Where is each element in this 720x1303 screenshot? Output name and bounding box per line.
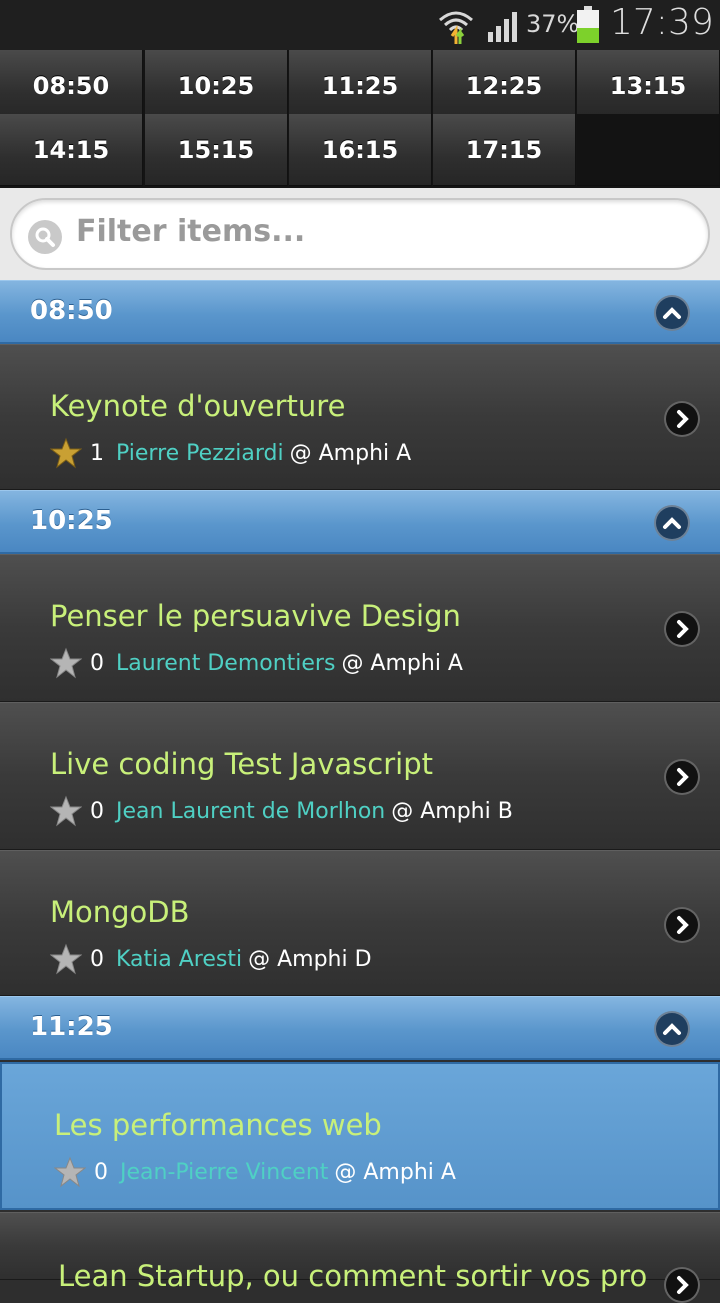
time-group-divider: 08:50 [0,280,720,344]
chevron-right-icon [677,410,689,428]
session-title: Les performances web [54,1108,382,1142]
group-time-label: 10:25 [30,506,113,536]
session-title: Penser le persuavive Design [50,599,461,633]
session-item[interactable]: MongoDB 0 Katia Aresti @ Amphi D [0,850,720,996]
time-grid-filler [577,114,720,186]
open-session-button[interactable] [664,759,700,795]
chevron-right-icon [677,768,689,786]
time-slot-button[interactable]: 08:50 [0,50,143,122]
status-bar: 37% 17:39 [0,0,720,50]
filter-bar: Filter items... [0,188,720,281]
time-slot-button[interactable]: 17:15 [433,114,576,186]
open-session-button[interactable] [664,401,700,437]
room-label: @ Amphi A [334,1159,456,1185]
session-title: MongoDB [50,895,190,929]
star-icon [50,795,82,827]
star-count: 0 [90,946,104,972]
session-item[interactable]: Keynote d'ouverture 1 Pierre Pezziardi @… [0,344,720,490]
speaker-link[interactable]: Jean Laurent de Morlhon [116,799,385,824]
collapse-button[interactable] [654,295,690,331]
speaker-link[interactable]: Pierre Pezziardi [116,441,284,466]
time-slot-button[interactable]: 10:25 [145,50,288,122]
session-meta: 0 Katia Aresti @ Amphi D [50,943,372,975]
session-item[interactable]: Live coding Test Javascript 0 Jean Laure… [0,702,720,850]
session-item[interactable]: Penser le persuavive Design 0 Laurent De… [0,554,720,702]
chevron-up-icon [663,307,681,319]
star-icon [54,1156,86,1188]
open-session-button[interactable] [664,611,700,647]
open-session-button[interactable] [664,1267,700,1303]
session-meta: 0 Jean-Pierre Vincent @ Amphi A [54,1156,456,1188]
chevron-right-icon [677,1276,689,1294]
battery-percentage: 37% [526,10,580,38]
star-count: 0 [90,798,104,824]
session-title: Lean Startup, ou comment sortir vos pro [58,1259,648,1293]
time-slot-button[interactable]: 13:15 [577,50,720,122]
session-item-active[interactable]: Les performances web 0 Jean-Pierre Vince… [0,1062,720,1210]
speaker-link[interactable]: Jean-Pierre Vincent [120,1160,328,1185]
time-slot-button[interactable]: 16:15 [289,114,432,186]
time-group-divider: 10:25 [0,490,720,554]
session-meta: 0 Jean Laurent de Morlhon @ Amphi B [50,795,513,827]
star-icon [50,943,82,975]
chevron-up-icon [663,1023,681,1035]
time-group-divider: 11:25 [0,996,720,1060]
group-time-label: 08:50 [30,296,113,326]
time-slot-grid: 08:50 10:25 11:25 12:25 13:15 14:15 15:1… [0,50,720,188]
session-meta: 1 Pierre Pezziardi @ Amphi A [50,437,411,469]
group-time-label: 11:25 [30,1012,113,1042]
room-label: @ Amphi B [391,798,513,824]
wifi-icon [439,11,473,44]
battery-icon [577,6,599,43]
chevron-up-icon [663,517,681,529]
room-label: @ Amphi A [289,440,412,466]
star-icon [50,647,82,679]
session-title: Keynote d'ouverture [50,389,346,423]
open-session-button[interactable] [664,907,700,943]
signal-icon [488,12,517,42]
time-slot-button[interactable]: 14:15 [0,114,143,186]
star-count: 0 [94,1159,108,1185]
time-slot-button[interactable]: 15:15 [145,114,288,186]
speaker-link[interactable]: Katia Aresti [116,947,242,972]
room-label: @ Amphi D [248,946,372,972]
search-icon [28,220,62,254]
filter-input[interactable]: Filter items... [10,198,710,270]
collapse-button[interactable] [654,505,690,541]
filter-placeholder: Filter items... [76,214,306,249]
star-icon [50,437,82,469]
star-count: 1 [90,440,104,466]
session-meta: 0 Laurent Demontiers @ Amphi A [50,647,463,679]
speaker-link[interactable]: Laurent Demontiers [116,651,335,676]
session-item[interactable]: Lean Startup, ou comment sortir vos pro [0,1212,720,1303]
session-title: Live coding Test Javascript [50,747,433,781]
time-slot-button[interactable]: 12:25 [433,50,576,122]
room-label: @ Amphi A [341,650,463,676]
status-clock: 17:39 [610,2,714,43]
chevron-right-icon [677,916,689,934]
collapse-button[interactable] [654,1011,690,1047]
time-slot-button[interactable]: 11:25 [289,50,432,122]
chevron-right-icon [677,620,689,638]
star-count: 0 [90,650,104,676]
